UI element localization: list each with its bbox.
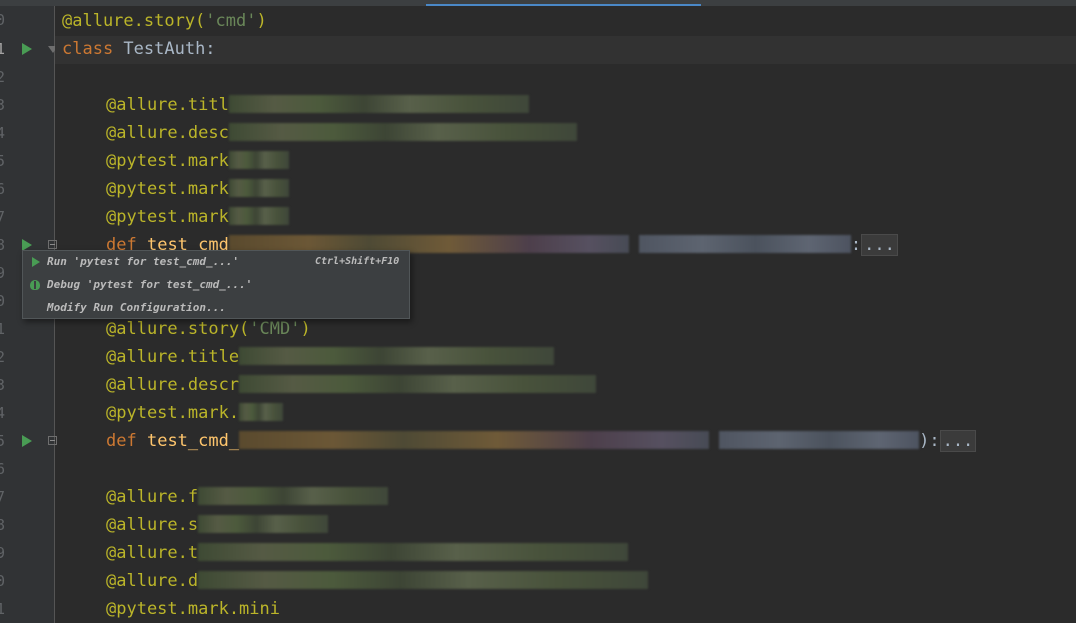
run-gutter-icon[interactable] xyxy=(22,43,32,55)
code-punctuation: : xyxy=(850,235,862,255)
line-number: 5 xyxy=(0,432,6,450)
line-number: 9 xyxy=(0,544,6,562)
folded-code-marker[interactable]: ... xyxy=(861,234,898,256)
decorator: @allure.d xyxy=(106,571,199,591)
code-line[interactable]: class TestAuth: xyxy=(62,35,216,63)
decorator: @pytest.mark.mini xyxy=(106,599,280,619)
menu-item-modify-run-configuration[interactable]: Modify Run Configuration... xyxy=(23,297,409,319)
line-number: 1 xyxy=(0,320,6,338)
menu-item-run[interactable]: Run 'pytest for test_cmd_...' Ctrl+Shift… xyxy=(23,251,409,273)
line-number: 3 xyxy=(0,96,6,114)
code-line[interactable]: @pytest.mark xyxy=(106,147,289,175)
code-line[interactable]: def test_cmd_):... xyxy=(106,427,977,455)
line-number: 0 xyxy=(0,292,6,310)
line-number: 3 xyxy=(0,376,6,394)
line-number: 1 xyxy=(0,600,6,618)
redacted-text xyxy=(638,234,851,253)
line-number: 2 xyxy=(0,348,6,366)
decorator: @pytest.mark xyxy=(106,151,229,171)
line-number: 5 xyxy=(0,152,6,170)
decorator: @allure.s xyxy=(106,515,199,535)
fold-expand-icon[interactable] xyxy=(48,240,57,249)
code-line[interactable]: @allure.title xyxy=(106,343,555,371)
decorator: @pytest.mark xyxy=(106,207,229,227)
line-number: 8 xyxy=(0,236,6,254)
code-line[interactable]: @allure.s xyxy=(106,511,329,539)
menu-item-shortcut: Ctrl+Shift+F10 xyxy=(315,256,400,267)
redacted-text xyxy=(198,514,329,533)
active-tab-indicator xyxy=(426,4,701,6)
folded-code-marker[interactable]: ... xyxy=(939,430,977,452)
class-name: TestAuth: xyxy=(113,39,216,59)
menu-item-label: Modify Run Configuration... xyxy=(47,301,226,314)
code-line[interactable]: @allure.desc xyxy=(106,119,577,147)
menu-item-label: Debug 'pytest for test_cmd_...' xyxy=(47,278,253,291)
line-number: 0 xyxy=(0,572,6,590)
decorator: @allure.f xyxy=(106,487,199,507)
run-context-menu: Run 'pytest for test_cmd_...' Ctrl+Shift… xyxy=(22,250,410,319)
keyword: def xyxy=(106,431,137,451)
code-line[interactable]: @allure.story('cmd') xyxy=(62,7,267,35)
redacted-text xyxy=(228,206,289,225)
keyword: class xyxy=(62,39,114,59)
menu-item-debug[interactable]: Debug 'pytest for test_cmd_...' xyxy=(23,274,409,296)
decorator: @allure.desc xyxy=(106,123,229,143)
decorator: @allure.titl xyxy=(106,95,229,115)
string-literal: 'cmd' xyxy=(205,11,257,31)
decorator-close: ) xyxy=(300,319,311,339)
line-number: 4 xyxy=(0,124,6,142)
fold-expand-icon[interactable] xyxy=(48,436,57,445)
redacted-text xyxy=(239,402,284,421)
function-name: test_cmd_ xyxy=(146,431,240,451)
line-number: 2 xyxy=(0,68,6,86)
line-number: 8 xyxy=(0,516,6,534)
code-line[interactable]: @pytest.mark. xyxy=(106,399,284,427)
redacted-text xyxy=(239,346,555,365)
code-line[interactable]: @allure.story('CMD') xyxy=(106,315,311,343)
line-number: 1 xyxy=(0,40,6,58)
line-number: 7 xyxy=(0,488,6,506)
redacted-text xyxy=(198,570,649,589)
redacted-text xyxy=(719,430,920,449)
string-literal: 'CMD' xyxy=(249,319,301,339)
redacted-text xyxy=(239,430,710,449)
line-number: 6 xyxy=(0,180,6,198)
line-number: 9 xyxy=(0,264,6,282)
code-line[interactable]: @allure.d xyxy=(106,567,649,595)
decorator: @allure.t xyxy=(106,543,199,563)
decorator-close: ) xyxy=(256,11,267,31)
redacted-text xyxy=(228,150,289,169)
code-line[interactable]: @pytest.mark xyxy=(106,203,289,231)
redacted-text xyxy=(228,122,577,141)
code-line[interactable]: @pytest.mark xyxy=(106,175,289,203)
editor-tab-strip[interactable] xyxy=(0,0,1076,6)
code-line[interactable]: @pytest.mark.mini xyxy=(106,595,280,623)
redacted-text xyxy=(239,374,597,393)
decorator: @pytest.mark. xyxy=(106,403,240,423)
decorator: @allure.story( xyxy=(106,319,250,339)
code-line[interactable]: @allure.t xyxy=(106,539,629,567)
code-line[interactable]: @allure.descr xyxy=(106,371,597,399)
decorator: @allure.descr xyxy=(106,375,240,395)
line-number: 7 xyxy=(0,208,6,226)
line-number: 0 xyxy=(0,11,6,29)
run-gutter-icon[interactable] xyxy=(22,435,32,447)
redacted-text xyxy=(228,94,529,113)
decorator: @pytest.mark xyxy=(106,179,229,199)
line-number: 6 xyxy=(0,460,6,478)
line-number: 4 xyxy=(0,404,6,422)
redacted-text xyxy=(228,178,289,197)
code-punctuation: ): xyxy=(919,431,940,451)
run-icon xyxy=(32,257,40,267)
decorator: @allure.title xyxy=(106,347,240,367)
redacted-text xyxy=(198,542,629,561)
menu-item-label: Run 'pytest for test_cmd_...' xyxy=(47,255,240,268)
code-line[interactable]: @allure.titl xyxy=(106,91,529,119)
decorator: @allure.story( xyxy=(62,11,206,31)
redacted-text xyxy=(198,486,389,505)
code-line[interactable]: @allure.f xyxy=(106,483,389,511)
debug-icon xyxy=(30,280,40,290)
